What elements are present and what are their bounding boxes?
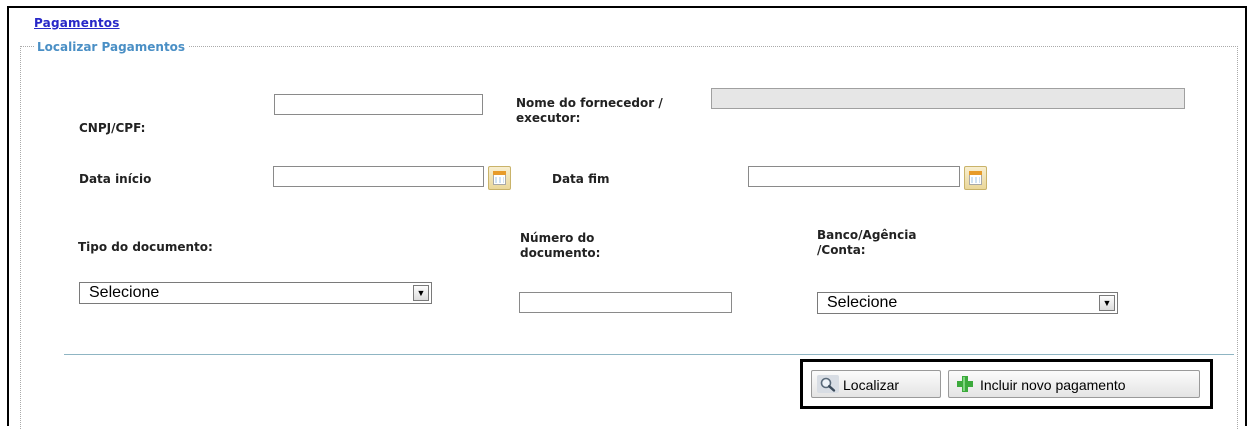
numero-documento-label: Número do documento: xyxy=(520,231,601,260)
breadcrumb-pagamentos[interactable]: Pagamentos xyxy=(34,16,120,30)
data-fim-input[interactable] xyxy=(748,166,960,187)
calendar-icon[interactable] xyxy=(488,166,511,190)
fornecedor-label: Nome do fornecedor / executor: xyxy=(516,96,663,125)
cnpj-label: CNPJ/CPF: xyxy=(79,121,146,135)
incluir-novo-pagamento-button[interactable]: Incluir novo pagamento xyxy=(948,370,1200,398)
data-fim-label: Data fim xyxy=(552,172,610,186)
action-buttons-box: Localizar Incluir novo pagamento xyxy=(800,359,1213,409)
tipo-documento-label: Tipo do documento: xyxy=(78,240,213,254)
calendar-icon[interactable] xyxy=(964,166,987,190)
tipo-documento-select[interactable]: Selecione ▼ xyxy=(79,282,432,304)
tipo-documento-value: Selecione xyxy=(89,284,160,301)
green-plus-icon xyxy=(957,376,973,392)
data-inicio-label: Data início xyxy=(79,172,152,186)
fieldset-legend: Localizar Pagamentos xyxy=(34,40,189,54)
chevron-down-icon[interactable]: ▼ xyxy=(413,285,429,301)
chevron-down-icon[interactable]: ▼ xyxy=(1099,295,1115,311)
banco-select[interactable]: Selecione ▼ xyxy=(817,292,1118,314)
cnpj-input[interactable] xyxy=(274,94,483,115)
banco-value: Selecione xyxy=(827,294,898,311)
data-inicio-input[interactable] xyxy=(273,166,484,187)
numero-documento-input[interactable] xyxy=(519,292,732,313)
fornecedor-input[interactable] xyxy=(711,88,1185,109)
localizar-button[interactable]: Localizar xyxy=(811,370,941,398)
banco-label: Banco/Agência /Conta: xyxy=(817,228,917,257)
magnifier-icon xyxy=(817,375,839,393)
localizar-label: Localizar xyxy=(843,377,900,393)
divider xyxy=(64,354,1234,355)
incluir-label: Incluir novo pagamento xyxy=(980,377,1126,393)
